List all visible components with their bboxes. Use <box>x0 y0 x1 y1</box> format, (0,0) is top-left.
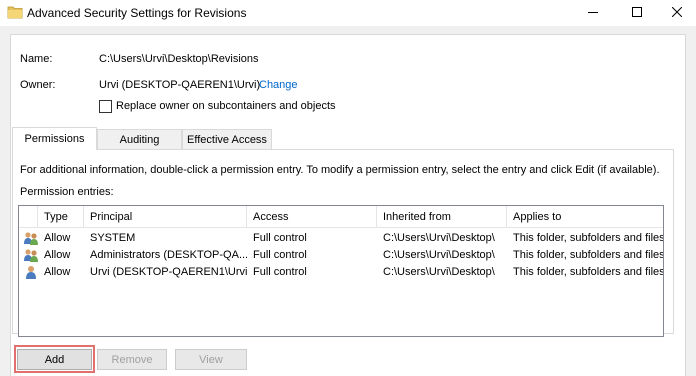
maximize-icon <box>632 7 642 17</box>
row-type: Allow <box>44 249 71 261</box>
row-principal: SYSTEM <box>90 232 136 244</box>
row-type: Allow <box>44 232 71 244</box>
minimize-icon <box>588 12 598 13</box>
column-header-inherited-from[interactable]: Inherited from <box>377 206 507 228</box>
close-icon <box>672 7 682 17</box>
close-button[interactable] <box>654 0 696 24</box>
row-inherited-from: C:\Users\Urvi\Desktop\ <box>383 232 495 244</box>
row-type: Allow <box>44 266 71 278</box>
change-owner-link[interactable]: Change <box>259 79 298 91</box>
column-header-applies-to[interactable]: Applies to <box>507 206 663 228</box>
permissions-description: For additional information, double-click… <box>20 164 660 176</box>
shield-folder-icon <box>7 6 23 19</box>
row-inherited-from: C:\Users\Urvi\Desktop\ <box>383 266 495 278</box>
name-value: C:\Users\Urvi\Desktop\Revisions <box>99 53 259 65</box>
column-header-type[interactable]: Type <box>38 206 84 228</box>
owner-value: Urvi (DESKTOP-QAEREN1\Urvi) <box>99 79 261 91</box>
tab-permissions[interactable]: Permissions <box>12 127 97 150</box>
row-applies-to: This folder, subfolders and files <box>513 266 663 278</box>
replace-owner-label: Replace owner on subcontainers and objec… <box>116 100 336 112</box>
row-access: Full control <box>253 249 307 261</box>
tab-effective-access[interactable]: Effective Access <box>182 129 272 149</box>
permission-entries-list[interactable]: Type Principal Access Inherited from App… <box>18 205 664 337</box>
row-applies-to: This folder, subfolders and files <box>513 232 663 244</box>
row-access: Full control <box>253 266 307 278</box>
view-button[interactable]: View <box>175 349 247 370</box>
row-inherited-from: C:\Users\Urvi\Desktop\ <box>383 249 495 261</box>
table-row[interactable]: Allow Urvi (DESKTOP-QAEREN1\Urvi) Full c… <box>19 264 663 281</box>
column-header-icon <box>19 206 38 228</box>
title-bar[interactable]: Advanced Security Settings for Revisions <box>0 0 696 26</box>
name-label: Name: <box>20 53 53 65</box>
list-header: Type Principal Access Inherited from App… <box>19 206 663 228</box>
group-users-icon <box>24 232 38 245</box>
row-access: Full control <box>253 232 307 244</box>
minimize-button[interactable] <box>570 0 616 24</box>
row-applies-to: This folder, subfolders and files <box>513 249 663 261</box>
row-principal: Urvi (DESKTOP-QAEREN1\Urvi) <box>90 266 247 278</box>
table-row[interactable]: Allow SYSTEM Full control C:\Users\Urvi\… <box>19 230 663 247</box>
permission-entries-label: Permission entries: <box>20 186 114 198</box>
user-icon <box>26 266 36 279</box>
tab-auditing[interactable]: Auditing <box>97 129 182 149</box>
replace-owner-checkbox[interactable] <box>99 100 112 113</box>
column-header-principal[interactable]: Principal <box>84 206 247 228</box>
owner-label: Owner: <box>20 79 56 91</box>
row-principal: Administrators (DESKTOP-QA... <box>90 249 247 261</box>
add-button-highlight <box>14 345 95 373</box>
window-title: Advanced Security Settings for Revisions <box>27 6 247 20</box>
remove-button[interactable]: Remove <box>97 349 167 370</box>
group-users-icon <box>24 249 38 262</box>
advanced-security-window: Advanced Security Settings for Revisions… <box>0 0 696 376</box>
column-header-access[interactable]: Access <box>247 206 377 228</box>
table-row[interactable]: Allow Administrators (DESKTOP-QA... Full… <box>19 247 663 264</box>
